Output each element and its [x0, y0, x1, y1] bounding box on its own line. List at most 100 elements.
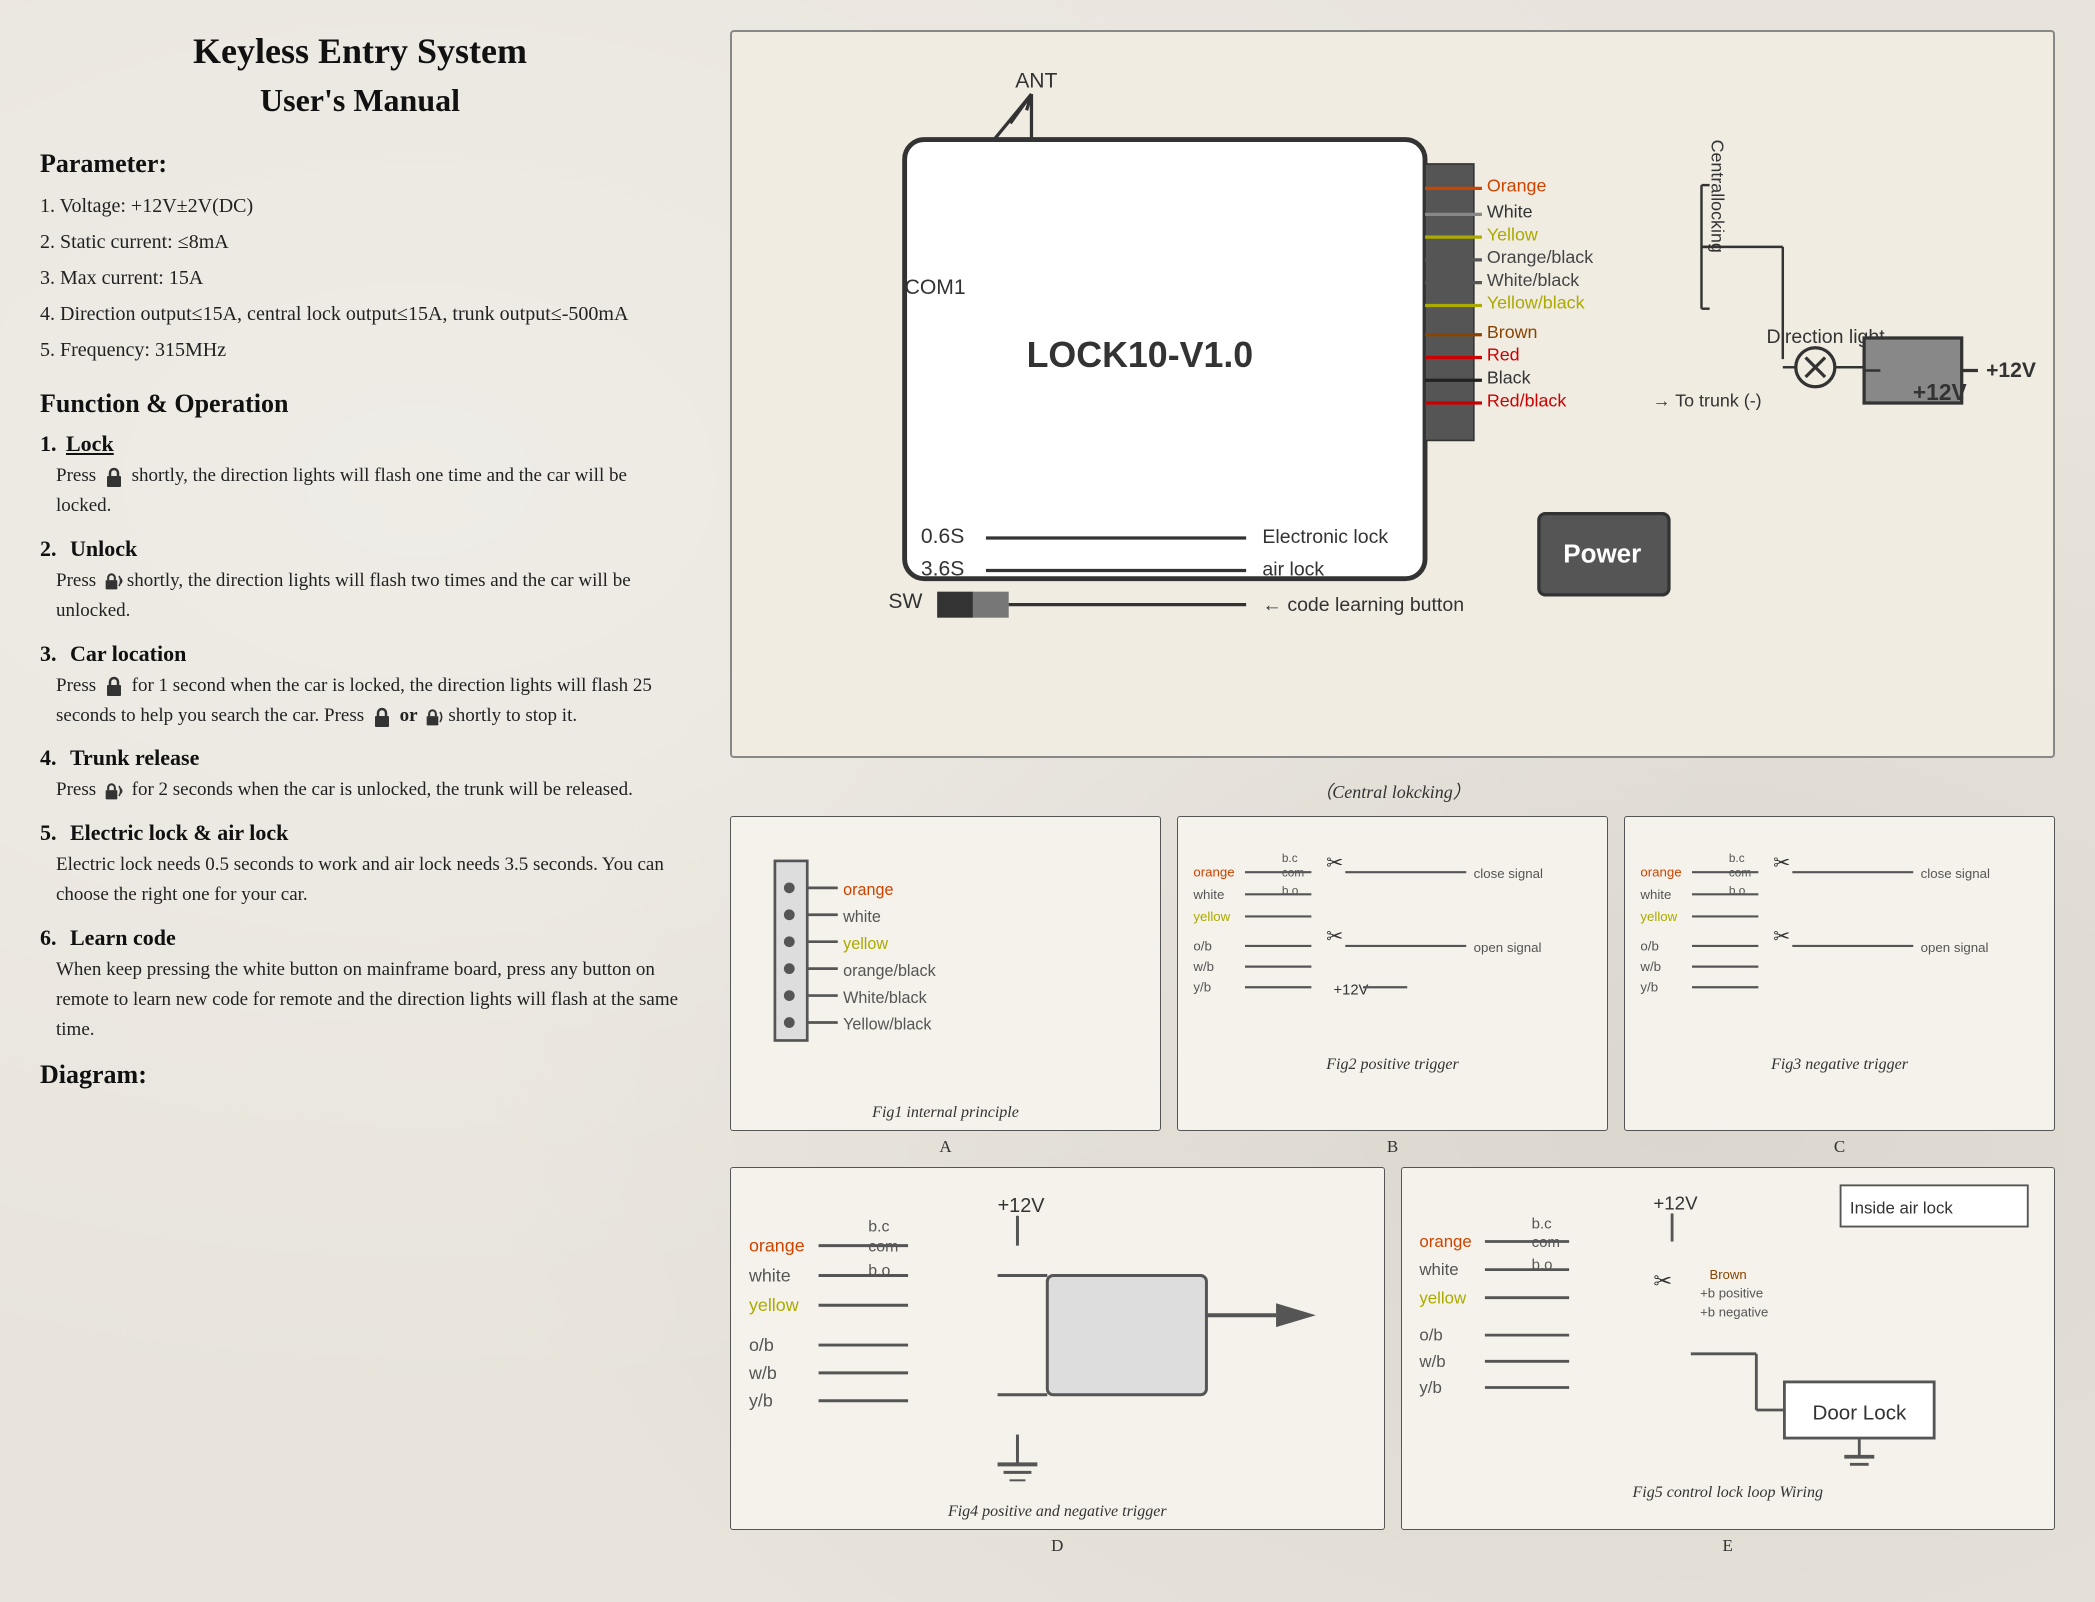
fig4-svg: +12V orange white yellow o/b w/b y/b b.c… — [739, 1176, 1376, 1494]
svg-text:orange: orange — [749, 1235, 805, 1255]
lock-closed-icon — [104, 466, 124, 488]
main-title: Keyless Entry System — [40, 30, 680, 72]
svg-text:white: white — [1418, 1260, 1458, 1279]
svg-text:yellow: yellow — [1640, 909, 1677, 924]
svg-text:Red: Red — [1487, 345, 1520, 365]
svg-text:w/b: w/b — [748, 1363, 777, 1383]
svg-text:✂: ✂ — [1326, 852, 1343, 875]
svg-text:Yellow/black: Yellow/black — [843, 1016, 932, 1034]
svg-text:+12V: +12V — [1653, 1192, 1698, 1213]
func-lock-num: 1. — [40, 431, 57, 456]
lock-remote-icon-2 — [425, 706, 445, 728]
fig-letter-c: C — [1624, 1137, 2055, 1157]
svg-text:3.6S: 3.6S — [921, 557, 964, 580]
lock-remote-icon — [104, 570, 124, 592]
fig5-label: Fig5 control lock loop Wiring — [1410, 1484, 2047, 1502]
lock-icon-2 — [104, 675, 124, 697]
func-carloc-label: Car location — [70, 641, 186, 666]
fig-row-1-letters: A B C — [730, 1137, 2055, 1157]
func-unlock-body: Press shortly, the direction lights will… — [40, 566, 680, 627]
remote-icon-trunk — [104, 780, 124, 802]
svg-text:b.c: b.c — [868, 1218, 889, 1235]
page: Keyless Entry System User's Manual Param… — [0, 0, 2095, 1602]
func-elock-body: Electric lock needs 0.5 seconds to work … — [40, 850, 680, 911]
svg-text:Power: Power — [1563, 538, 1641, 568]
func-lock-body: Press shortly, the direction lights will… — [40, 461, 680, 522]
svg-text:Red/black: Red/black — [1487, 390, 1567, 410]
svg-text:COM1: COM1 — [905, 276, 966, 299]
func-item-carloc: 3. Car location Press for 1 second when … — [40, 641, 680, 732]
svg-text:w/b: w/b — [1639, 959, 1661, 974]
sub-title: User's Manual — [40, 82, 680, 119]
func-lock-title: 1. Lock — [40, 431, 680, 457]
svg-text:open signal: open signal — [1921, 940, 1989, 955]
func-lock-label: Lock — [66, 431, 114, 456]
svg-text:open signal: open signal — [1474, 940, 1542, 955]
fig-letter-a: A — [730, 1137, 1161, 1157]
param-item-3: 3. Max current: 15A — [40, 263, 680, 293]
svg-text:yellow: yellow — [1193, 909, 1230, 924]
svg-text:White/black: White/black — [1487, 270, 1579, 290]
svg-text:b.o: b.o — [1531, 1256, 1552, 1273]
fig-letter-e: E — [1401, 1536, 2056, 1556]
svg-text:White: White — [1487, 202, 1533, 222]
svg-text:y/b: y/b — [1193, 980, 1211, 995]
func-carloc-body: Press for 1 second when the car is locke… — [40, 671, 680, 732]
svg-text:→ To trunk (-): → To trunk (-) — [1653, 390, 1762, 410]
parameter-section: Parameter: 1. Voltage: +12V±2V(DC) 2. St… — [40, 149, 680, 365]
svg-text:+12V: +12V — [1986, 359, 2036, 382]
fig1-box: orange white yellow orange/black White/b… — [730, 816, 1161, 1130]
svg-text:Electronic lock: Electronic lock — [1262, 526, 1388, 548]
svg-text:← code learning button: ← code learning button — [1262, 594, 1464, 616]
svg-text:✂: ✂ — [1773, 925, 1790, 948]
svg-text:+12V: +12V — [998, 1194, 1046, 1216]
svg-text:white: white — [748, 1265, 791, 1285]
svg-text:b.c: b.c — [1729, 851, 1745, 865]
svg-text:yellow: yellow — [1419, 1288, 1467, 1307]
func-unlock-label: Unlock — [70, 536, 137, 561]
function-title: Function & Operation — [40, 389, 680, 419]
svg-text:b.c: b.c — [1282, 851, 1298, 865]
svg-text:✂: ✂ — [1653, 1268, 1672, 1293]
svg-text:+b positive: +b positive — [1700, 1285, 1763, 1300]
svg-text:Orange/black: Orange/black — [1487, 247, 1593, 267]
svg-text:air lock: air lock — [1262, 558, 1324, 580]
parameter-title: Parameter: — [40, 149, 680, 179]
fig-letter-d: D — [730, 1536, 1385, 1556]
svg-text:Yellow/black: Yellow/black — [1487, 293, 1585, 313]
func-learncode-body: When keep pressing the white button on m… — [40, 955, 680, 1046]
central-locking-label: （Central lokcking） — [730, 778, 2055, 804]
svg-text:✂: ✂ — [1773, 852, 1790, 875]
func-elock-title: 5. Electric lock & air lock — [40, 820, 680, 846]
svg-text:Brown: Brown — [1487, 322, 1538, 342]
svg-text:y/b: y/b — [749, 1390, 773, 1410]
svg-text:orange: orange — [1193, 865, 1234, 880]
svg-text:orange: orange — [843, 881, 893, 899]
svg-text:Door Lock: Door Lock — [1812, 1401, 1906, 1424]
fig1-label: Fig1 internal principle — [739, 1104, 1152, 1122]
fig3-label: Fig3 negative trigger — [1633, 1056, 2046, 1074]
fig-letter-b: B — [1177, 1137, 1608, 1157]
func-item-elock: 5. Electric lock & air lock Electric loc… — [40, 820, 680, 911]
svg-text:y/b: y/b — [1640, 980, 1658, 995]
svg-text:+12V: +12V — [1913, 379, 1968, 405]
svg-text:Brown: Brown — [1709, 1267, 1746, 1282]
func-unlock-num: 2. — [40, 536, 57, 561]
svg-text:0.6S: 0.6S — [921, 525, 964, 548]
func-item-lock: 1. Lock Press shortly, the direction lig… — [40, 431, 680, 522]
main-diagram-box: ANT LOCK10-V1.0 COM1 Orange White — [730, 30, 2055, 758]
svg-text:y/b: y/b — [1419, 1378, 1441, 1397]
fig4-box: +12V orange white yellow o/b w/b y/b b.c… — [730, 1167, 1385, 1530]
fig1-svg: orange white yellow orange/black White/b… — [739, 825, 1152, 1094]
fig3-box: orange white yellow o/b w/b y/b b.c com … — [1624, 816, 2055, 1130]
svg-text:white: white — [842, 908, 881, 926]
func-item-trunk: 4. Trunk release Press for 2 seconds whe… — [40, 745, 680, 805]
svg-text:o/b: o/b — [1193, 939, 1211, 954]
param-item-2: 2. Static current: ≤8mA — [40, 227, 680, 257]
svg-text:white: white — [1639, 887, 1671, 902]
func-item-unlock: 2. Unlock Press shortly, the direction l… — [40, 536, 680, 627]
lock-icon-3 — [372, 706, 392, 728]
fig4-label: Fig4 positive and negative trigger — [739, 1503, 1376, 1521]
fig3-svg: orange white yellow o/b w/b y/b b.c com … — [1633, 825, 2046, 1046]
func-elock-label: Electric lock & air lock — [70, 820, 288, 845]
